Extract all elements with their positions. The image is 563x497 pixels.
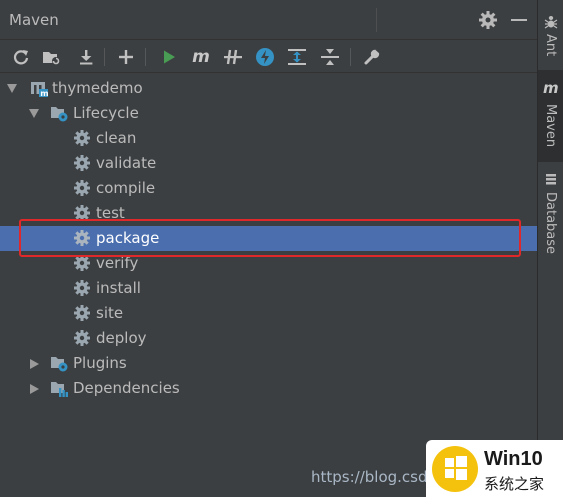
goal-label: compile <box>96 179 156 197</box>
header-divider <box>376 8 377 32</box>
annotation-highlight-box <box>19 219 521 257</box>
lifecycle-goal-deploy[interactable]: deploy <box>0 326 537 351</box>
show-dependencies-icon[interactable] <box>285 45 309 69</box>
plugins-folder-icon <box>51 357 68 372</box>
goal-label: deploy <box>96 329 147 347</box>
tree-node-plugins[interactable]: Plugins <box>0 351 537 376</box>
lifecycle-goal-compile[interactable]: compile <box>0 176 537 201</box>
gear-icon <box>74 330 90 346</box>
lifecycle-goal-site[interactable]: site <box>0 301 537 326</box>
tab-database[interactable]: Database <box>538 168 563 258</box>
toolbar-divider <box>350 48 351 66</box>
goal-label: install <box>96 279 141 297</box>
dependencies-folder-icon <box>51 382 68 397</box>
maven-icon: m <box>543 79 559 97</box>
gear-icon <box>74 305 90 321</box>
database-icon <box>546 174 556 185</box>
goal-label: site <box>96 304 124 322</box>
gear-icon <box>74 280 90 296</box>
collapse-all-icon[interactable] <box>318 45 342 69</box>
tool-window-title: Maven <box>9 11 59 29</box>
toolbar-divider <box>145 48 146 66</box>
collapsed-arrow-icon[interactable] <box>30 359 39 369</box>
lifecycle-folder-icon <box>51 107 68 122</box>
offline-mode-icon[interactable] <box>253 45 277 69</box>
goal-label: clean <box>96 129 137 147</box>
tab-ant-label: Ant <box>543 34 558 57</box>
collapsed-arrow-icon[interactable] <box>30 384 39 394</box>
tab-maven[interactable]: m Maven <box>538 70 563 162</box>
skip-tests-icon[interactable] <box>221 45 245 69</box>
tab-database-label: Database <box>543 192 558 255</box>
svg-text:m: m <box>40 89 48 97</box>
win10-logo-badge: Win10 系统之家 <box>426 440 563 497</box>
dependencies-label: Dependencies <box>73 379 180 397</box>
logo-title: Win10 <box>484 448 543 470</box>
project-name: thymedemo <box>52 79 143 97</box>
gear-icon <box>74 180 90 196</box>
lifecycle-goal-clean[interactable]: clean <box>0 126 537 151</box>
tree-node-lifecycle[interactable]: Lifecycle <box>0 101 537 126</box>
lifecycle-label: Lifecycle <box>73 104 139 122</box>
reload-all-icon[interactable] <box>9 45 33 69</box>
lifecycle-goal-validate[interactable]: validate <box>0 151 537 176</box>
execute-goal-icon[interactable]: m <box>189 45 213 69</box>
expand-arrow-icon[interactable] <box>7 84 17 93</box>
generate-sources-icon[interactable] <box>39 45 63 69</box>
maven-tool-window: Maven m m thymedemo Lifecycle clean vali… <box>0 0 537 497</box>
tool-window-header: Maven <box>0 0 537 40</box>
tab-ant[interactable]: Ant <box>538 0 563 66</box>
right-tool-strip: Ant m Maven Database <box>537 0 563 497</box>
expand-arrow-icon[interactable] <box>29 109 39 118</box>
windows-logo-icon <box>432 446 478 492</box>
plugins-label: Plugins <box>73 354 127 372</box>
watermark-text: https://blog.csdn <box>311 468 438 486</box>
maven-project-icon: m <box>31 82 48 97</box>
toolbar-divider <box>104 48 105 66</box>
tree-node-dependencies[interactable]: Dependencies <box>0 376 537 401</box>
gear-icon[interactable] <box>478 10 498 30</box>
run-icon[interactable] <box>157 45 181 69</box>
settings-wrench-icon[interactable] <box>360 45 384 69</box>
goal-label: validate <box>96 154 157 172</box>
download-icon[interactable] <box>74 45 98 69</box>
lifecycle-goal-install[interactable]: install <box>0 276 537 301</box>
ant-icon <box>544 16 558 29</box>
tree-node-project[interactable]: m thymedemo <box>0 76 537 101</box>
add-icon[interactable] <box>114 45 138 69</box>
gear-icon <box>74 130 90 146</box>
gear-icon <box>74 155 90 171</box>
maven-toolbar: m <box>0 41 537 73</box>
minimize-icon[interactable] <box>511 19 527 21</box>
logo-subtitle: 系统之家 <box>484 475 545 493</box>
tab-maven-label: Maven <box>543 104 558 148</box>
